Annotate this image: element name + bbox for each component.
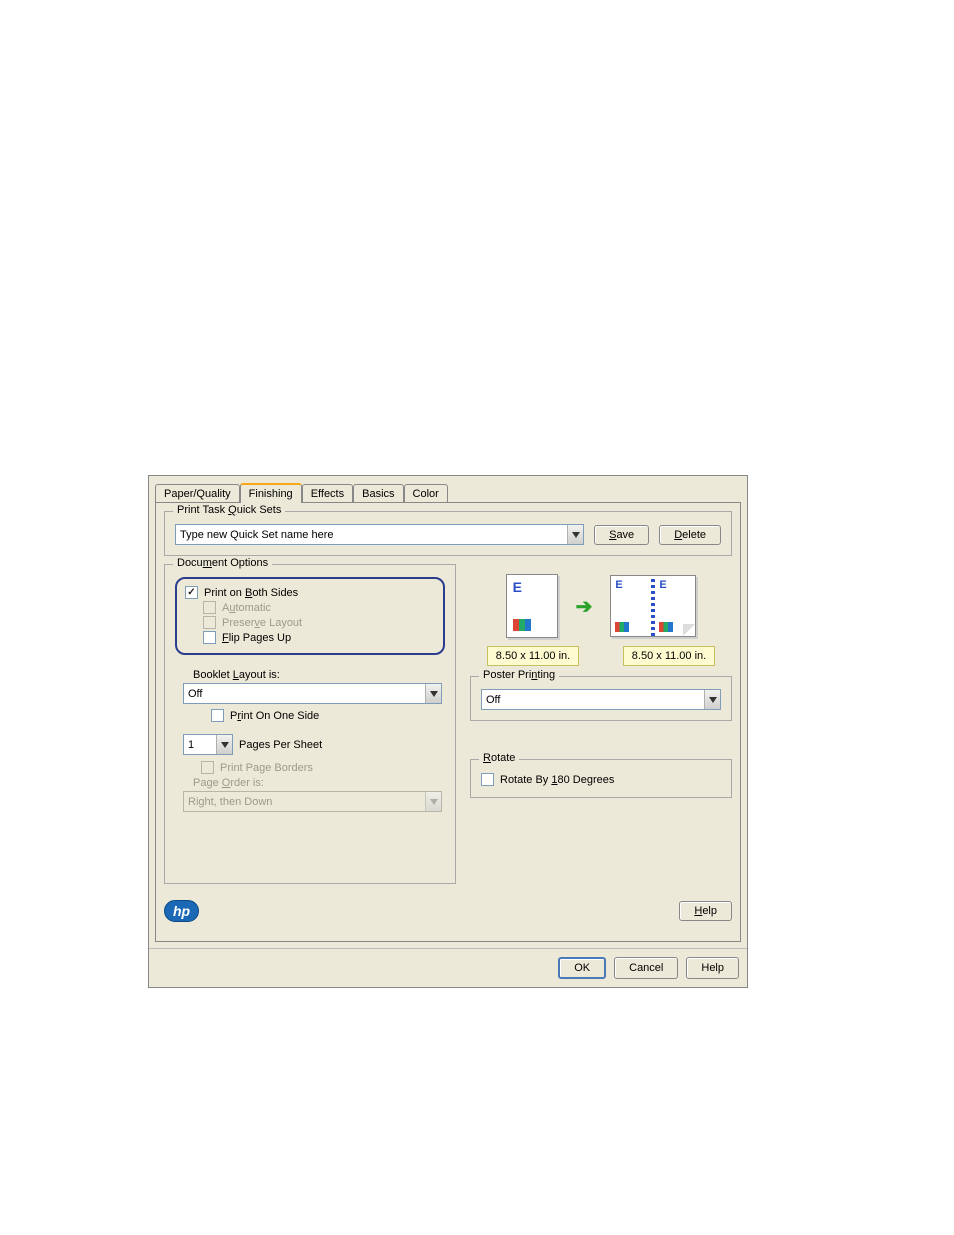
preserve-layout-checkbox: [203, 616, 216, 629]
save-button[interactable]: Save: [594, 525, 649, 545]
quick-sets-title: Print Task Quick Sets: [173, 504, 285, 516]
print-dialog: Paper/Quality Finishing Effects Basics C…: [148, 475, 748, 988]
poster-printing-title: Poster Printing: [479, 669, 559, 681]
chevron-down-icon[interactable]: [567, 525, 583, 544]
tab-finishing[interactable]: Finishing: [240, 483, 302, 503]
print-page-borders-label: Print Page Borders: [220, 762, 313, 774]
tab-basics[interactable]: Basics: [353, 484, 403, 503]
pages-per-sheet-label: Pages Per Sheet: [239, 739, 322, 751]
arrow-right-icon: ➔: [576, 594, 593, 619]
tab-effects[interactable]: Effects: [302, 484, 353, 503]
booklet-layout-label: Booklet Layout is:: [193, 669, 445, 681]
quick-set-name-text: Type new Quick Set name here: [180, 529, 333, 541]
page-order-label: Page Order is:: [193, 777, 445, 789]
print-both-sides-checkbox[interactable]: [185, 586, 198, 599]
preview-source-icon: [506, 574, 558, 638]
document-options-group: Document Options Print on Both Sides Aut…: [164, 564, 456, 884]
pages-per-sheet-combo[interactable]: 1: [183, 734, 233, 755]
preview-booklet-icon: [610, 575, 696, 637]
preview-row: ➔: [470, 574, 732, 638]
rotate-group: Rotate Rotate By 180 Degrees: [470, 759, 732, 798]
tab-panel: Print Task Quick Sets Type new Quick Set…: [155, 502, 741, 942]
cancel-button[interactable]: Cancel: [614, 957, 678, 979]
doc-options-title: Document Options: [173, 557, 272, 569]
automatic-checkbox: [203, 601, 216, 614]
chevron-down-icon[interactable]: [425, 684, 441, 703]
ok-button[interactable]: OK: [558, 957, 606, 979]
hp-logo-icon: hp: [164, 900, 199, 922]
delete-button[interactable]: Delete: [659, 525, 721, 545]
print-both-sides-label: Print on Both Sides: [204, 587, 298, 599]
flip-pages-checkbox[interactable]: [203, 631, 216, 644]
help-button[interactable]: Help: [686, 957, 739, 979]
poster-printing-group: Poster Printing Off: [470, 676, 732, 721]
print-one-side-label: Print On One Side: [230, 710, 319, 722]
rotate-180-label: Rotate By 180 Degrees: [500, 774, 614, 786]
poster-printing-combo[interactable]: Off: [481, 689, 721, 710]
automatic-label: Automatic: [222, 602, 271, 614]
tab-paper-quality[interactable]: Paper/Quality: [155, 484, 240, 503]
print-page-borders-checkbox: [201, 761, 214, 774]
booklet-layout-combo[interactable]: Off: [183, 683, 442, 704]
target-dimensions: 8.50 x 11.00 in.: [623, 646, 715, 666]
flip-pages-label: Flip Pages Up: [222, 632, 291, 644]
chevron-down-icon[interactable]: [216, 735, 232, 754]
tab-color[interactable]: Color: [404, 484, 448, 503]
dialog-button-bar: OK Cancel Help: [149, 948, 747, 987]
print-both-sides-highlight: Print on Both Sides Automatic Preserve L…: [175, 577, 445, 655]
rotate-title: Rotate: [479, 752, 519, 764]
pages-per-sheet-value: 1: [188, 739, 194, 751]
booklet-layout-value: Off: [188, 688, 202, 700]
chevron-down-icon[interactable]: [704, 690, 720, 709]
chevron-down-icon: [425, 792, 441, 811]
print-one-side-checkbox[interactable]: [211, 709, 224, 722]
preserve-layout-label: Preserve Layout: [222, 617, 302, 629]
page-order-value: Right, then Down: [188, 796, 272, 808]
help-inner-button[interactable]: Help: [679, 901, 732, 921]
page-order-combo: Right, then Down: [183, 791, 442, 812]
tab-strip: Paper/Quality Finishing Effects Basics C…: [149, 476, 747, 502]
quick-sets-group: Print Task Quick Sets Type new Quick Set…: [164, 511, 732, 556]
quick-set-name-combo[interactable]: Type new Quick Set name here: [175, 524, 584, 545]
rotate-180-checkbox[interactable]: [481, 773, 494, 786]
source-dimensions: 8.50 x 11.00 in.: [487, 646, 579, 666]
poster-printing-value: Off: [486, 694, 500, 706]
